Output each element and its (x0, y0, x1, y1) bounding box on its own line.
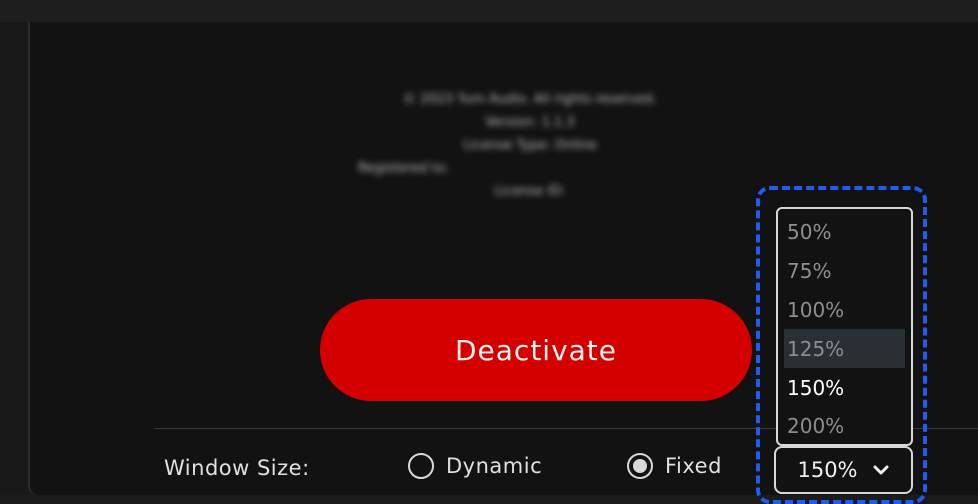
scale-option-125[interactable]: 125% (784, 329, 905, 369)
radio-dynamic-label: Dynamic (446, 454, 543, 478)
scale-option-100[interactable]: 100% (784, 291, 905, 330)
license-id-text: License ID: (494, 184, 566, 199)
scale-option-200[interactable]: 200% (784, 407, 905, 446)
registered-to-text: Registered to: (358, 161, 450, 176)
license-type-text: License Type: Online (463, 138, 597, 153)
left-edge (0, 22, 28, 495)
window-top-strip (0, 0, 978, 22)
deactivate-button[interactable]: Deactivate (320, 299, 752, 401)
radio-checked-icon (627, 453, 653, 479)
radio-fixed-label: Fixed (665, 454, 722, 478)
radio-fixed[interactable]: Fixed (627, 453, 722, 479)
radio-dynamic[interactable]: Dynamic (408, 453, 542, 479)
scale-option-150[interactable]: 150% (784, 368, 905, 407)
scale-select-value: 150% (797, 458, 858, 482)
radio-circle-icon (408, 453, 434, 479)
window-size-label: Window Size: (164, 456, 310, 480)
scale-dropdown-menu: 50% 75% 100% 125% 150% 200% (776, 207, 913, 446)
copyright-text: © 2023 Yum Audio. All rights reserved. (403, 92, 657, 107)
version-text: Version: 1.1.3 (485, 115, 575, 130)
scale-option-75[interactable]: 75% (784, 252, 905, 291)
scale-select[interactable]: 150% (774, 446, 913, 494)
chevron-down-icon (873, 465, 889, 475)
scale-option-50[interactable]: 50% (784, 213, 905, 252)
about-info: © 2023 Yum Audio. All rights reserved. V… (340, 88, 720, 203)
